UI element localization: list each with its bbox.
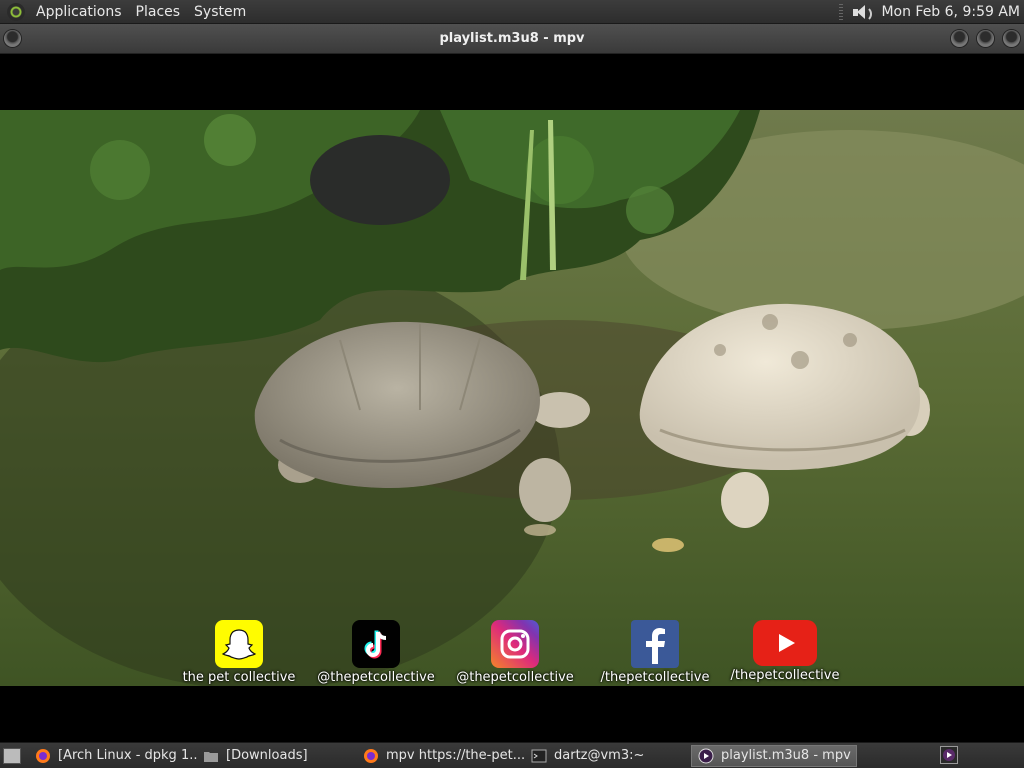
menu-places[interactable]: Places [129, 4, 188, 20]
task-downloads[interactable]: [Downloads] [197, 745, 357, 767]
task-label: [Downloads] [226, 748, 308, 763]
menu-system[interactable]: System [187, 4, 253, 20]
social-instagram: @thepetcollective [445, 620, 585, 685]
tortoise-video-scene [0, 110, 1024, 686]
maximize-button[interactable] [977, 30, 994, 47]
task-label: dartz@vm3:~ [554, 748, 645, 763]
tiktok-icon [352, 620, 400, 668]
top-panel-tray: Mon Feb 6, 9:59 AM [839, 0, 1024, 24]
volume-icon[interactable] [851, 3, 873, 22]
taskbar: [Arch Linux - dpkg 1... [Downloads] mpv … [0, 742, 1024, 768]
social-youtube: /thepetcollective [715, 620, 855, 683]
task-mpv-url[interactable]: mpv https://the-pet... [357, 745, 525, 767]
firefox-icon [364, 748, 378, 763]
window-title-bar[interactable]: playlist.m3u8 - mpv [0, 24, 1024, 54]
task-terminal[interactable]: dartz@vm3:~ [525, 745, 691, 767]
facebook-label: /thepetcollective [600, 670, 710, 685]
instagram-icon [491, 620, 539, 668]
menu-applications[interactable]: Applications [29, 4, 129, 20]
window-title: playlist.m3u8 - mpv [439, 31, 585, 46]
instagram-label: @thepetcollective [456, 670, 574, 685]
task-label: mpv https://the-pet... [386, 748, 525, 763]
show-desktop-icon[interactable] [3, 747, 21, 764]
task-label: playlist.m3u8 - mpv [721, 748, 851, 763]
social-tiktok: @thepetcollective [306, 620, 446, 685]
tray-mpv-icon[interactable] [940, 746, 958, 764]
youtube-icon [753, 620, 817, 666]
clock[interactable]: Mon Feb 6, 9:59 AM [881, 4, 1020, 20]
video-frame[interactable]: the pet collective @thepetcollective @th… [0, 110, 1024, 686]
task-arch-linux[interactable]: [Arch Linux - dpkg 1... [29, 745, 197, 767]
task-label: [Arch Linux - dpkg 1... [58, 748, 197, 763]
tiktok-label: @thepetcollective [317, 670, 435, 685]
minimize-button[interactable] [951, 30, 968, 47]
mpv-icon [698, 748, 714, 763]
facebook-icon [631, 620, 679, 668]
folder-icon [204, 751, 218, 762]
close-button[interactable] [1003, 30, 1020, 47]
social-facebook: /thepetcollective [585, 620, 725, 685]
top-panel: Applications Places System Mon Feb 6, 9:… [0, 0, 1024, 24]
mpv-video-area[interactable]: the pet collective @thepetcollective @th… [0, 54, 1024, 742]
firefox-icon [36, 748, 50, 763]
panel-handle[interactable] [839, 4, 844, 20]
snapchat-icon [215, 620, 263, 668]
mate-logo-icon[interactable] [7, 2, 25, 21]
terminal-icon [531, 749, 547, 762]
youtube-label: /thepetcollective [730, 668, 840, 683]
task-mpv-playlist[interactable]: playlist.m3u8 - mpv [691, 744, 857, 767]
snapchat-label: the pet collective [182, 670, 296, 685]
social-snapchat: the pet collective [169, 620, 309, 685]
